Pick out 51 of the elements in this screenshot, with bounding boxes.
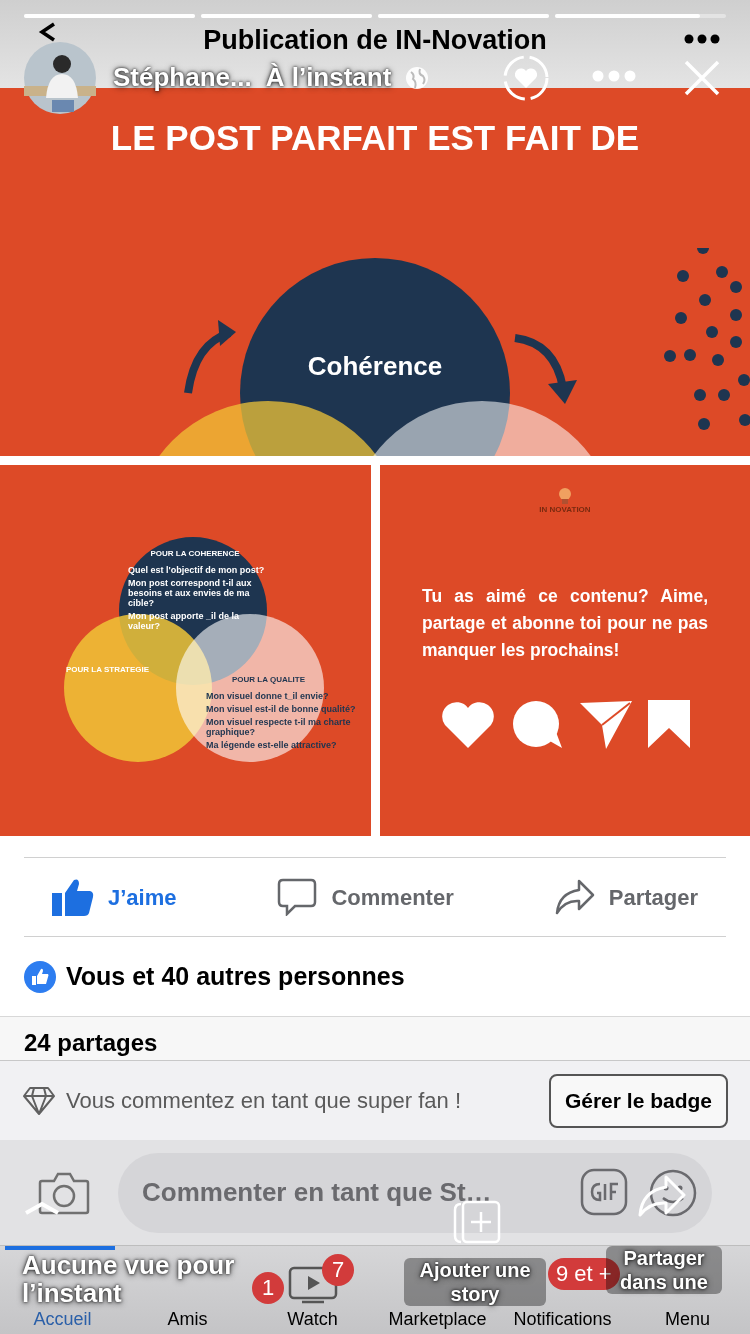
circle-label: Cohérence bbox=[306, 350, 444, 382]
comment-field[interactable]: Commenter en tant que St… bbox=[118, 1152, 712, 1233]
notification-badge: 1 bbox=[252, 1272, 284, 1304]
reaction-summary: Vous et 40 autres personnes bbox=[66, 960, 405, 992]
market-tab[interactable]: Marketplace bbox=[388, 1308, 487, 1334]
diagram-question: Mon visuel est-il de bonne qualité? bbox=[206, 704, 356, 714]
bulb-icon bbox=[558, 487, 572, 505]
emoji-icon bbox=[648, 1167, 698, 1218]
diamond-icon bbox=[22, 1085, 56, 1116]
avatar bbox=[24, 42, 96, 114]
share-count: 24 partages bbox=[24, 1029, 159, 1057]
like-badge-icon bbox=[24, 960, 56, 993]
diagram-heading: POUR LA COHERENCE bbox=[149, 549, 241, 559]
manage-badge-button[interactable]: Gérer le badge bbox=[548, 1073, 728, 1128]
post-message: Tu as aimé ce contenu? Aime, partage et abonne toi pour ne pas manquer les prochains! bbox=[422, 585, 708, 662]
gif-icon bbox=[580, 1167, 628, 1216]
diagram-heading: POUR LA QUALITE bbox=[232, 675, 306, 685]
post-heading: LE POST PARFAIT EST FAIT DE bbox=[109, 118, 641, 158]
logo-text: IN NOVATION bbox=[539, 505, 591, 515]
like-button[interactable]: J’aime bbox=[52, 878, 177, 916]
share-arrow-icon[interactable] bbox=[638, 1175, 686, 1217]
heart-reaction-icon[interactable] bbox=[502, 54, 550, 102]
share-button[interactable]: Partager bbox=[554, 879, 698, 915]
globe-icon bbox=[405, 65, 430, 90]
diagram-question: Mon post correspond t-il aux besoins et aux envies de ma cible? bbox=[128, 578, 253, 608]
comment-button[interactable]: Commenter bbox=[277, 878, 454, 916]
home-tab[interactable]: Accueil bbox=[33, 1308, 92, 1334]
watch-tab[interactable]: Watch bbox=[287, 1308, 338, 1334]
page-title: Publication de IN-Novation bbox=[203, 24, 547, 56]
bell-tab[interactable]: Notifications bbox=[513, 1308, 612, 1334]
add-story-label: Ajouter une story bbox=[404, 1258, 546, 1306]
speech-bubble-icon bbox=[512, 700, 564, 750]
notification-badge: 9 et + bbox=[548, 1258, 620, 1290]
bookmark-icon bbox=[648, 700, 690, 750]
superfan-notice: Vous commentez en tant que super fan ! bbox=[66, 1087, 463, 1115]
comment-icon bbox=[277, 878, 318, 916]
share-icon bbox=[554, 879, 595, 915]
story-views: Aucune vue pour l’instant bbox=[22, 1251, 236, 1307]
heart-icon bbox=[440, 700, 496, 750]
story-author: Stéphane... bbox=[113, 61, 252, 94]
chevron-up-icon[interactable] bbox=[24, 1201, 60, 1215]
thumbs-up-icon bbox=[52, 878, 94, 916]
more-icon[interactable] bbox=[684, 34, 720, 44]
notification-badge: 7 bbox=[322, 1254, 354, 1286]
friends-tab[interactable]: Amis bbox=[167, 1308, 208, 1334]
camera-icon bbox=[38, 1170, 90, 1215]
paper-plane-icon bbox=[580, 701, 632, 749]
close-icon[interactable] bbox=[684, 60, 720, 96]
diagram-heading: POUR LA STRATEGIE bbox=[66, 665, 150, 675]
menu-tab[interactable]: Menu bbox=[665, 1308, 710, 1334]
story-time: À l’instant bbox=[265, 61, 392, 94]
